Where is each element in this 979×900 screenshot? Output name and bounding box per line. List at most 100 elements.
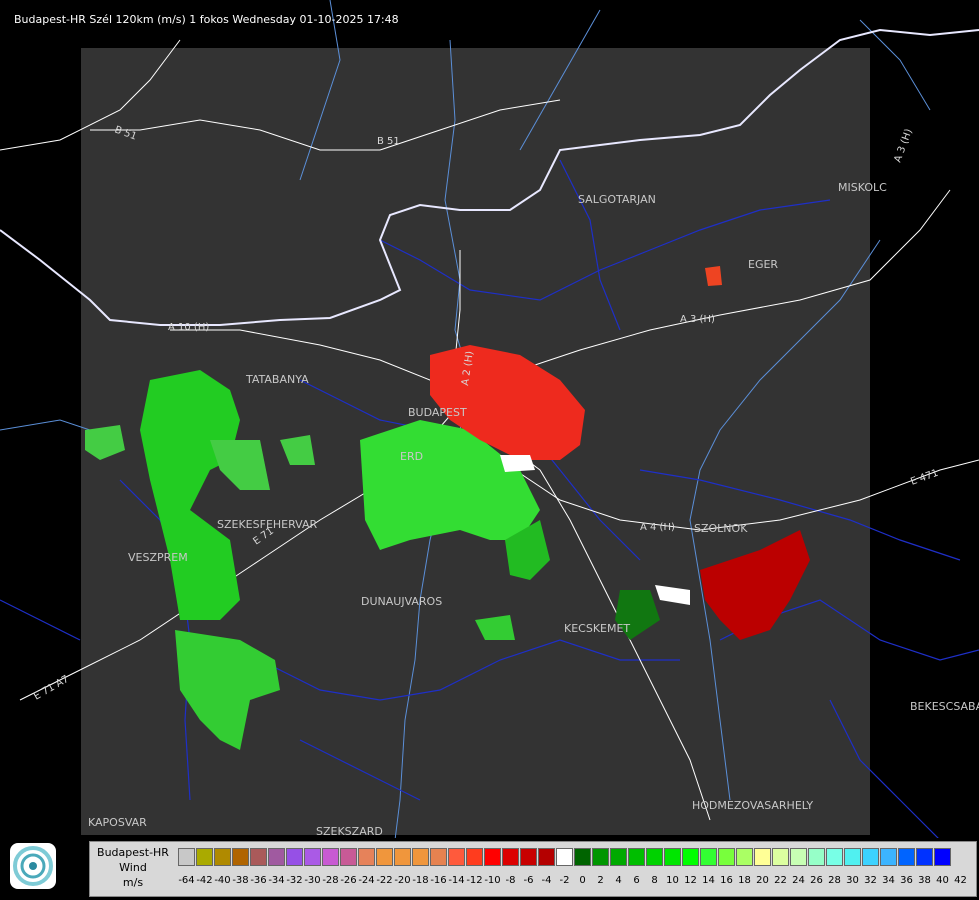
legend-tick-label: 34 bbox=[882, 875, 895, 886]
legend-tick-label: -22 bbox=[376, 875, 393, 886]
legend-tick-label: -8 bbox=[505, 875, 516, 886]
legend-tick-label: 40 bbox=[936, 875, 949, 886]
legend-swatch bbox=[898, 848, 915, 866]
legend-tick-label: -6 bbox=[523, 875, 534, 886]
city-label: VESZPREM bbox=[128, 551, 188, 564]
legend-swatch bbox=[772, 848, 789, 866]
legend-swatch bbox=[916, 848, 933, 866]
city-label: SALGOTARJAN bbox=[578, 193, 656, 206]
legend-swatch bbox=[556, 848, 573, 866]
legend-tick-label: -10 bbox=[484, 875, 501, 886]
legend-swatch bbox=[268, 848, 285, 866]
city-label: DUNAUJVAROS bbox=[361, 595, 442, 608]
legend-swatch bbox=[520, 848, 537, 866]
legend-swatch bbox=[682, 848, 699, 866]
legend-tick-label: 18 bbox=[738, 875, 751, 886]
legend-tick-label: -4 bbox=[541, 875, 552, 886]
city-label: BEKESCSABA bbox=[910, 700, 979, 713]
legend-tick-label: -30 bbox=[304, 875, 321, 886]
legend-swatch bbox=[808, 848, 825, 866]
map-title: Budapest-HR Szél 120km (m/s) 1 fokos Wed… bbox=[14, 13, 399, 26]
city-label: EGER bbox=[748, 258, 778, 271]
legend-swatch bbox=[718, 848, 735, 866]
city-label: SZEKSZARD bbox=[316, 825, 383, 838]
legend-swatch bbox=[304, 848, 321, 866]
legend-tick-label: 26 bbox=[810, 875, 823, 886]
legend-swatch bbox=[700, 848, 717, 866]
legend-swatch bbox=[322, 848, 339, 866]
legend-tick-label: -38 bbox=[232, 875, 249, 886]
road-label: B 51 bbox=[377, 136, 400, 147]
legend-swatch bbox=[826, 848, 843, 866]
legend-swatch bbox=[448, 848, 465, 866]
legend-swatch bbox=[664, 848, 681, 866]
legend-swatch bbox=[736, 848, 753, 866]
legend-tick-label: 30 bbox=[846, 875, 859, 886]
legend-swatch bbox=[484, 848, 501, 866]
legend-tick-label: 4 bbox=[615, 875, 622, 886]
legend-tick-label: -24 bbox=[358, 875, 375, 886]
legend-swatch bbox=[430, 848, 447, 866]
legend-swatch bbox=[214, 848, 231, 866]
legend-tick-label: 28 bbox=[828, 875, 841, 886]
legend-title-source: Budapest-HR bbox=[97, 846, 169, 859]
legend-tick-label: -32 bbox=[286, 875, 303, 886]
legend-tick-label: 32 bbox=[864, 875, 877, 886]
legend-swatch bbox=[754, 848, 771, 866]
legend-tick-label: 22 bbox=[774, 875, 787, 886]
logo-icon bbox=[10, 843, 56, 889]
legend-swatch bbox=[466, 848, 483, 866]
legend-swatch bbox=[178, 848, 195, 866]
legend-tick-label: -18 bbox=[412, 875, 429, 886]
legend-swatch bbox=[628, 848, 645, 866]
legend-swatch bbox=[610, 848, 627, 866]
legend-swatch bbox=[646, 848, 663, 866]
legend-tick-label: 6 bbox=[633, 875, 640, 886]
legend-tick-label: -12 bbox=[466, 875, 483, 886]
legend-swatch bbox=[250, 848, 267, 866]
legend-swatch bbox=[394, 848, 411, 866]
legend-swatch bbox=[934, 848, 951, 866]
color-legend: Budapest-HR Wind m/s -64 -42 -40 -38 -36 -34-… bbox=[89, 841, 977, 897]
legend-swatch bbox=[790, 848, 807, 866]
city-label: ERD bbox=[400, 450, 423, 463]
legend-tick-label: 38 bbox=[918, 875, 931, 886]
legend-tick-label: -20 bbox=[394, 875, 411, 886]
city-label: HODMEZOVASARHELY bbox=[692, 799, 813, 812]
city-label: SZOLNOK bbox=[694, 522, 748, 535]
legend-swatch bbox=[376, 848, 393, 866]
road-label: A 3 (H) bbox=[680, 314, 715, 325]
legend-tick-label: 12 bbox=[684, 875, 697, 886]
legend-swatch bbox=[538, 848, 555, 866]
radar-map[interactable]: SALGOTARJAN MISKOLC EGER TATABANYA BUDAP… bbox=[0, 0, 979, 840]
legend-tick-label: 16 bbox=[720, 875, 733, 886]
legend-tick-label: -26 bbox=[340, 875, 357, 886]
legend-tick-label: -14 bbox=[448, 875, 465, 886]
city-label: BUDAPEST bbox=[408, 406, 467, 419]
legend-tick-label: 42 bbox=[954, 875, 967, 886]
legend-tick-label: 20 bbox=[756, 875, 769, 886]
legend-tick-label: 8 bbox=[651, 875, 658, 886]
legend-tick-label: 24 bbox=[792, 875, 805, 886]
legend-tick-label: 14 bbox=[702, 875, 715, 886]
legend-swatch bbox=[502, 848, 519, 866]
legend-swatches bbox=[178, 848, 952, 868]
legend-tick-label: 2 bbox=[597, 875, 604, 886]
echo-white-1 bbox=[500, 455, 535, 472]
legend-tick-label: 10 bbox=[666, 875, 679, 886]
legend-swatch bbox=[196, 848, 213, 866]
road-label: A 4 (H) bbox=[640, 522, 675, 533]
legend-tick-label: -2 bbox=[559, 875, 570, 886]
legend-title-product: Wind bbox=[119, 861, 147, 874]
legend-tick-label: -64 bbox=[178, 875, 195, 886]
legend-swatch bbox=[286, 848, 303, 866]
legend-swatch bbox=[592, 848, 609, 866]
legend-swatch bbox=[574, 848, 591, 866]
city-label: KECSKEMET bbox=[564, 622, 630, 635]
legend-swatch bbox=[358, 848, 375, 866]
legend-tick-label: -28 bbox=[322, 875, 339, 886]
city-label: MISKOLC bbox=[838, 181, 887, 194]
echo-red-small bbox=[705, 266, 722, 286]
legend-swatch bbox=[340, 848, 357, 866]
legend-title: Budapest-HR Wind m/s bbox=[90, 845, 176, 890]
